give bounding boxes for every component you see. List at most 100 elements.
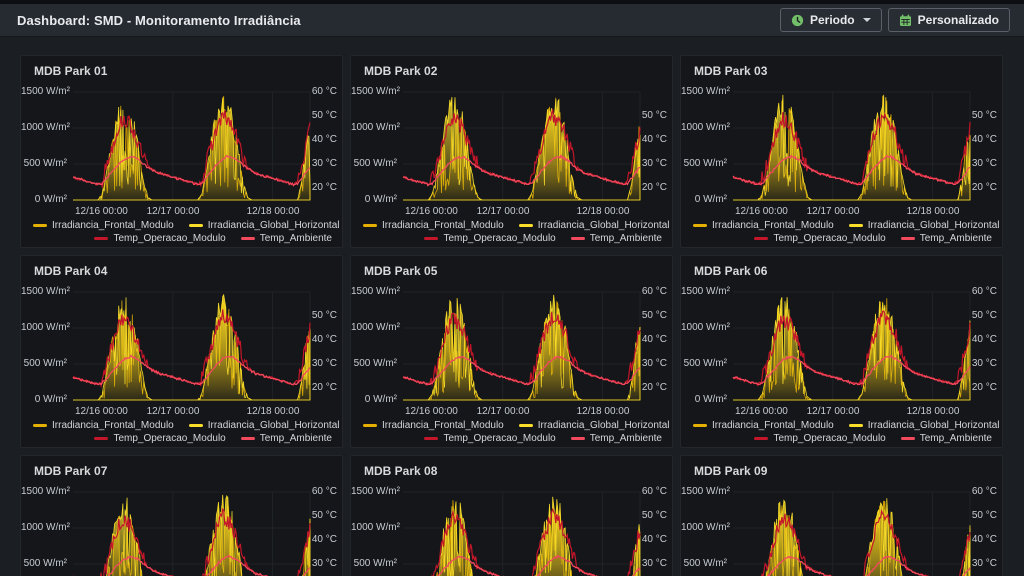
panel-title[interactable]: MDB Park 09: [694, 464, 767, 478]
y-axis-label-right: 50 °C: [303, 310, 337, 322]
legend-item-temp_operacao_modulo[interactable]: Temp_Operacao_Modulo: [754, 433, 885, 444]
panel-title[interactable]: MDB Park 06: [694, 264, 767, 278]
x-axis-label: 12/16 00:00: [75, 406, 128, 418]
x-axis-label: 12/18 00:00: [233, 206, 313, 218]
legend-item-irradiancia_frontal_modulo[interactable]: Irradiancia_Frontal_Modulo: [33, 420, 174, 431]
legend-item-irradiancia_global_horizontal[interactable]: Irradiancia_Global_Horizontal: [519, 420, 670, 431]
legend-label: Temp_Operacao_Modulo: [443, 233, 555, 244]
legend-label: Irradiancia_Global_Horizontal: [208, 420, 340, 431]
legend-row: Irradiancia_Frontal_Modulo Irradiancia_Gl…: [681, 419, 1002, 431]
legend-color-dash: [33, 424, 47, 427]
periodo-button-label: Periodo: [810, 13, 855, 27]
panel-title[interactable]: MDB Park 08: [364, 464, 437, 478]
panel-title[interactable]: MDB Park 04: [34, 264, 107, 278]
legend-item-irradiancia_frontal_modulo[interactable]: Irradiancia_Frontal_Modulo: [693, 220, 834, 231]
legend-item-irradiancia_frontal_modulo[interactable]: Irradiancia_Frontal_Modulo: [33, 220, 174, 231]
legend-item-temp_ambiente[interactable]: Temp_Ambiente: [901, 433, 992, 444]
legend-color-dash: [363, 424, 377, 427]
legend-item-temp_operacao_modulo[interactable]: Temp_Operacao_Modulo: [94, 433, 225, 444]
legend-label: Irradiancia_Frontal_Modulo: [52, 220, 174, 231]
y-axis-label-right: 40 °C: [303, 534, 337, 546]
y-axis-label-right: 50 °C: [963, 510, 997, 522]
legend-color-dash: [519, 224, 533, 227]
legend-item-irradiancia_global_horizontal[interactable]: Irradiancia_Global_Horizontal: [849, 220, 1000, 231]
legend-color-dash: [849, 424, 863, 427]
panel-mdb-park-08: MDB Park 081500 W/m²1000 W/m²500 W/m²0 W…: [350, 455, 673, 576]
legend-item-irradiancia_frontal_modulo[interactable]: Irradiancia_Frontal_Modulo: [363, 420, 504, 431]
panel-title[interactable]: MDB Park 02: [364, 64, 437, 78]
legend-item-temp_operacao_modulo[interactable]: Temp_Operacao_Modulo: [94, 233, 225, 244]
y-axis-label-right: 30 °C: [963, 358, 997, 370]
irradiance-temp-chart[interactable]: [351, 56, 673, 216]
legend-color-dash: [571, 237, 585, 240]
legend-row: Irradiancia_Frontal_Modulo Irradiancia_Gl…: [351, 219, 672, 231]
x-axis-label: 12/17 00:00: [463, 206, 543, 218]
legend-label: Temp_Operacao_Modulo: [773, 433, 885, 444]
y-axis-label-left: 1500 W/m²: [21, 486, 67, 498]
irradiance-temp-chart[interactable]: [681, 256, 1003, 416]
panel-mdb-park-09: MDB Park 091500 W/m²1000 W/m²500 W/m²0 W…: [680, 455, 1003, 576]
y-axis-label-right: 60 °C: [963, 286, 997, 298]
legend-item-irradiancia_global_horizontal[interactable]: Irradiancia_Global_Horizontal: [189, 220, 340, 231]
y-axis-label-right: 50 °C: [303, 110, 337, 122]
irradiance-temp-chart[interactable]: [21, 256, 343, 416]
panel-title[interactable]: MDB Park 01: [34, 64, 107, 78]
legend-color-dash: [241, 437, 255, 440]
y-axis-label-right: 30 °C: [303, 358, 337, 370]
legend-item-temp_ambiente[interactable]: Temp_Ambiente: [571, 433, 662, 444]
series-irradiancia-global: [73, 295, 310, 400]
legend-row: Temp_Operacao_Modulo Temp_Ambiente: [351, 232, 672, 244]
irradiance-temp-chart[interactable]: [351, 256, 673, 416]
panel-title[interactable]: MDB Park 07: [34, 464, 107, 478]
legend-label: Temp_Ambiente: [590, 433, 662, 444]
x-axis-label: 12/18 00:00: [563, 406, 643, 418]
panel-title[interactable]: MDB Park 03: [694, 64, 767, 78]
y-axis-label-right: 40 °C: [633, 134, 667, 146]
legend-item-irradiancia_global_horizontal[interactable]: Irradiancia_Global_Horizontal: [849, 420, 1000, 431]
legend-label: Irradiancia_Frontal_Modulo: [52, 420, 174, 431]
personalizado-button[interactable]: Personalizado: [888, 8, 1010, 32]
y-axis-label-left: 1000 W/m²: [351, 522, 397, 534]
legend-color-dash: [901, 437, 915, 440]
legend-item-temp_ambiente[interactable]: Temp_Ambiente: [571, 233, 662, 244]
panel-mdb-park-02: MDB Park 021500 W/m²1000 W/m²500 W/m²0 W…: [350, 55, 673, 248]
y-axis-label-right: 40 °C: [303, 134, 337, 146]
y-axis-label-right: 40 °C: [963, 134, 997, 146]
personalizado-button-label: Personalizado: [918, 13, 999, 27]
legend-item-temp_ambiente[interactable]: Temp_Ambiente: [241, 433, 332, 444]
legend-color-dash: [849, 224, 863, 227]
y-axis-label-right: 40 °C: [963, 334, 997, 346]
legend-label: Temp_Operacao_Modulo: [773, 233, 885, 244]
legend-item-temp_operacao_modulo[interactable]: Temp_Operacao_Modulo: [424, 233, 555, 244]
y-axis-label-left: 1500 W/m²: [351, 486, 397, 498]
legend-item-irradiancia_frontal_modulo[interactable]: Irradiancia_Frontal_Modulo: [363, 220, 504, 231]
y-axis-label-left: 0 W/m²: [351, 394, 397, 406]
irradiance-temp-chart[interactable]: [681, 56, 1003, 216]
legend-label: Irradiancia_Global_Horizontal: [538, 220, 670, 231]
y-axis-label-right: 20 °C: [633, 182, 667, 194]
legend-item-irradiancia_global_horizontal[interactable]: Irradiancia_Global_Horizontal: [519, 220, 670, 231]
periodo-button[interactable]: Periodo: [780, 8, 882, 32]
legend-row: Irradiancia_Frontal_Modulo Irradiancia_Gl…: [21, 419, 342, 431]
legend-item-temp_operacao_modulo[interactable]: Temp_Operacao_Modulo: [754, 233, 885, 244]
legend-label: Irradiancia_Frontal_Modulo: [712, 420, 834, 431]
panel-mdb-park-04: MDB Park 041500 W/m²1000 W/m²500 W/m²0 W…: [20, 255, 343, 448]
y-axis-label-left: 1500 W/m²: [351, 286, 397, 298]
y-axis-label-right: 30 °C: [963, 158, 997, 170]
legend-label: Irradiancia_Global_Horizontal: [208, 220, 340, 231]
panel-legend: Irradiancia_Frontal_Modulo Irradiancia_Gl…: [351, 419, 672, 444]
legend-item-irradiancia_global_horizontal[interactable]: Irradiancia_Global_Horizontal: [189, 420, 340, 431]
legend-label: Irradiancia_Global_Horizontal: [538, 420, 670, 431]
legend-item-irradiancia_frontal_modulo[interactable]: Irradiancia_Frontal_Modulo: [693, 420, 834, 431]
legend-item-temp_ambiente[interactable]: Temp_Ambiente: [901, 233, 992, 244]
y-axis-label-left: 1500 W/m²: [681, 286, 727, 298]
legend-item-temp_operacao_modulo[interactable]: Temp_Operacao_Modulo: [424, 433, 555, 444]
panel-title[interactable]: MDB Park 05: [364, 264, 437, 278]
irradiance-temp-chart[interactable]: [21, 56, 343, 216]
x-axis-label: 12/16 00:00: [405, 406, 458, 418]
y-axis-label-right: 40 °C: [303, 334, 337, 346]
y-axis-label-left: 500 W/m²: [351, 358, 397, 370]
legend-item-temp_ambiente[interactable]: Temp_Ambiente: [241, 233, 332, 244]
legend-label: Temp_Ambiente: [260, 233, 332, 244]
panel-mdb-park-03: MDB Park 031500 W/m²1000 W/m²500 W/m²0 W…: [680, 55, 1003, 248]
